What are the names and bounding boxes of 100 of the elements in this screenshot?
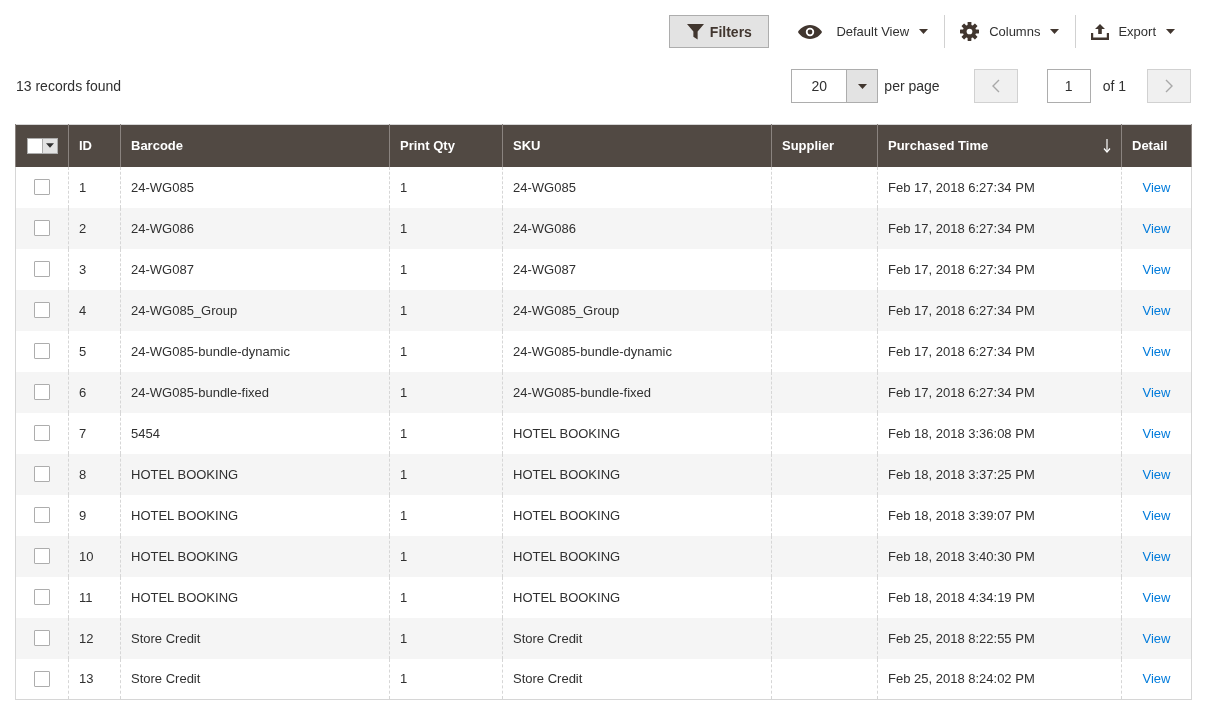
table-cell: 12 xyxy=(68,617,121,659)
row-checkbox[interactable] xyxy=(34,302,50,319)
table-cell: Feb 17, 2018 6:27:34 PM xyxy=(877,207,1122,249)
column-header[interactable]: Purchased Time xyxy=(877,124,1122,167)
view-link[interactable]: View xyxy=(1142,589,1171,605)
table-cell: Store Credit xyxy=(502,617,772,659)
column-header[interactable]: Detail xyxy=(1121,124,1192,167)
view-link[interactable]: View xyxy=(1142,425,1171,441)
table-cell: 8 xyxy=(68,453,121,495)
table-cell: 24-WG086 xyxy=(502,207,772,249)
column-header[interactable]: Barcode xyxy=(120,124,390,167)
table-cell: HOTEL BOOKING xyxy=(502,412,772,454)
table-cell: 1 xyxy=(389,494,503,536)
column-header[interactable]: ID xyxy=(68,124,121,167)
view-link[interactable]: View xyxy=(1142,548,1171,564)
table-cell: Feb 17, 2018 6:27:34 PM xyxy=(877,371,1122,413)
view-link[interactable]: View xyxy=(1142,302,1171,318)
table-cell: Feb 17, 2018 6:27:34 PM xyxy=(877,330,1122,372)
column-header[interactable]: Print Qty xyxy=(389,124,503,167)
table-cell: 24-WG085-bundle-fixed xyxy=(120,371,390,413)
table-cell: 24-WG085-bundle-dynamic xyxy=(502,330,772,372)
table-cell: Feb 18, 2018 4:34:19 PM xyxy=(877,576,1122,618)
table-cell: Store Credit xyxy=(120,617,390,659)
columns-menu-button[interactable]: Columns xyxy=(945,15,1076,48)
table-cell: Feb 17, 2018 6:27:34 PM xyxy=(877,289,1122,331)
table-cell: 11 xyxy=(68,576,121,618)
table-cell: HOTEL BOOKING xyxy=(120,494,390,536)
caret-down-icon xyxy=(1166,29,1175,34)
view-link[interactable]: View xyxy=(1142,466,1171,482)
view-link[interactable]: View xyxy=(1142,384,1171,400)
table-cell: 1 xyxy=(389,289,503,331)
select-all-checkbox[interactable] xyxy=(26,137,43,154)
filters-button[interactable]: Filters xyxy=(669,15,770,48)
export-menu-button[interactable]: Export xyxy=(1076,15,1191,48)
per-page-input[interactable]: 20 xyxy=(791,69,847,103)
view-link[interactable]: View xyxy=(1142,261,1171,277)
caret-down-icon xyxy=(45,143,54,149)
table-cell: 24-WG085 xyxy=(502,166,772,208)
table-cell: 1 xyxy=(389,371,503,413)
chevron-left-icon xyxy=(991,79,1000,93)
table-cell: 4 xyxy=(68,289,121,331)
row-checkbox[interactable] xyxy=(34,261,50,278)
row-checkbox[interactable] xyxy=(34,220,50,237)
table-cell: 2 xyxy=(68,207,121,249)
table-cell: HOTEL BOOKING xyxy=(120,576,390,618)
column-header[interactable]: Supplier xyxy=(771,124,878,167)
table-cell: Feb 18, 2018 3:37:25 PM xyxy=(877,453,1122,495)
row-checkbox[interactable] xyxy=(34,425,50,442)
per-page-dropdown-button[interactable] xyxy=(846,69,879,103)
page-total: of 1 xyxy=(1102,78,1126,94)
view-link[interactable]: View xyxy=(1142,343,1171,359)
view-menu-button[interactable]: Default View xyxy=(783,15,945,48)
view-link[interactable]: View xyxy=(1142,507,1171,523)
column-header-label: Purchased Time xyxy=(888,138,989,154)
caret-down-icon xyxy=(919,29,929,34)
table-cell: HOTEL BOOKING xyxy=(502,535,772,577)
table-cell: 1 xyxy=(389,412,503,454)
table-cell: 1 xyxy=(68,166,121,208)
table-cell: 5454 xyxy=(120,412,390,454)
view-link[interactable]: View xyxy=(1142,220,1171,236)
table-cell: 1 xyxy=(389,248,503,290)
table-cell: 1 xyxy=(389,535,503,577)
table-cell: 6 xyxy=(68,371,121,413)
table-cell: HOTEL BOOKING xyxy=(120,535,390,577)
table-cell: 24-WG085 xyxy=(120,166,390,208)
view-link[interactable]: View xyxy=(1142,630,1171,646)
table-cell: 24-WG085-bundle-dynamic xyxy=(120,330,390,372)
view-link[interactable]: View xyxy=(1142,671,1171,687)
table-cell: Feb 25, 2018 8:22:55 PM xyxy=(877,617,1122,659)
table-cell: 24-WG085_Group xyxy=(120,289,390,331)
row-checkbox[interactable] xyxy=(34,671,50,688)
row-checkbox[interactable] xyxy=(34,630,50,647)
caret-down-icon xyxy=(857,83,867,89)
table-cell: 24-WG085_Group xyxy=(502,289,772,331)
table-cell: Store Credit xyxy=(120,658,390,700)
row-checkbox[interactable] xyxy=(34,507,50,524)
row-checkbox[interactable] xyxy=(34,548,50,565)
table-cell: 13 xyxy=(68,658,121,700)
table-cell: 24-WG087 xyxy=(120,248,390,290)
table-cell: 3 xyxy=(68,248,121,290)
gear-icon xyxy=(960,22,980,41)
row-checkbox[interactable] xyxy=(34,179,50,196)
table-cell: 1 xyxy=(389,658,503,700)
table-cell: 1 xyxy=(389,166,503,208)
table-cell: 1 xyxy=(389,617,503,659)
view-link[interactable]: View xyxy=(1142,179,1171,195)
row-checkbox[interactable] xyxy=(34,589,50,606)
upload-icon xyxy=(1091,23,1110,40)
row-checkbox[interactable] xyxy=(34,343,50,360)
table-cell: HOTEL BOOKING xyxy=(502,453,772,495)
row-checkbox[interactable] xyxy=(34,466,50,483)
table-cell: 24-WG085-bundle-fixed xyxy=(502,371,772,413)
page-number-input[interactable]: 1 xyxy=(1046,69,1091,103)
table-cell: HOTEL BOOKING xyxy=(120,453,390,495)
table-cell: 5 xyxy=(68,330,121,372)
table-cell: HOTEL BOOKING xyxy=(502,494,772,536)
row-checkbox[interactable] xyxy=(34,384,50,401)
table-cell: 1 xyxy=(389,207,503,249)
column-header[interactable]: SKU xyxy=(502,124,772,167)
table-cell: HOTEL BOOKING xyxy=(502,576,772,618)
